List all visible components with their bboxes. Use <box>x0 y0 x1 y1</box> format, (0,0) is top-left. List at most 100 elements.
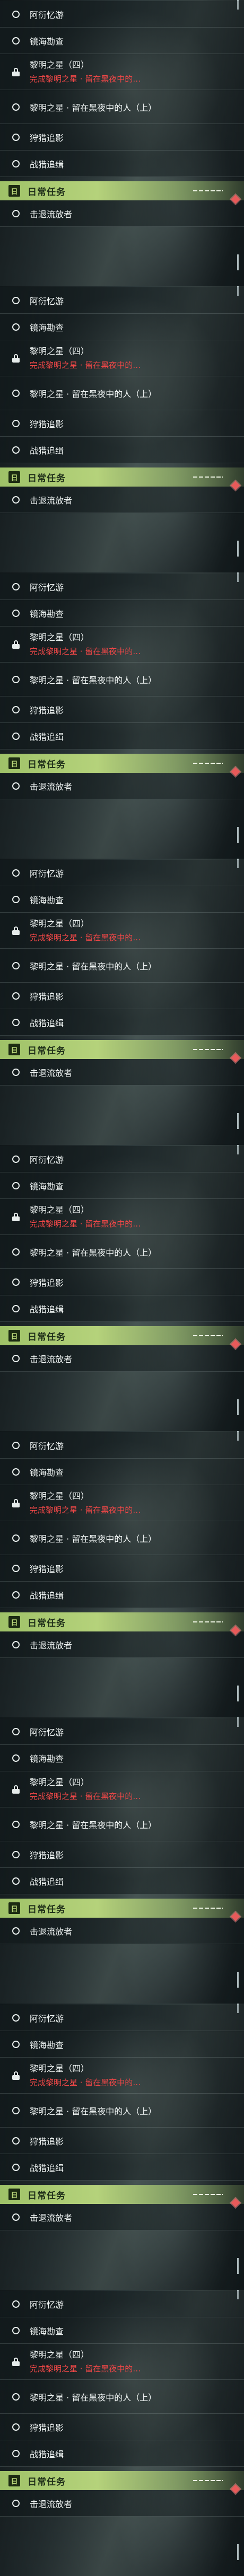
quest-text: 黎明之星（四） 完成黎明之星 · 留在黑夜中的… <box>30 632 141 657</box>
quest-row[interactable]: 黎明之星（四） 完成黎明之星 · 留在黑夜中的… <box>0 913 244 949</box>
quest-row[interactable]: 黎明之星 · 留在黑夜中的人（上） <box>0 1235 244 1269</box>
quest-row[interactable]: 黎明之星 · 留在黑夜中的人（上） <box>0 663 244 696</box>
circle-icon <box>12 1754 20 1762</box>
quest-row[interactable]: 阿衍忆游 <box>0 1146 244 1172</box>
quest-text: 黎明之星 · 留在黑夜中的人（上） <box>30 2104 156 2117</box>
quest-row[interactable]: 阿衍忆游 <box>0 860 244 886</box>
daily-missions-header[interactable]: 日日常任务 <box>0 181 244 200</box>
quest-row[interactable]: 战猎追缉 <box>0 1582 244 1608</box>
quest-row[interactable]: 黎明之星（四） 完成黎明之星 · 留在黑夜中的… <box>0 2058 244 2094</box>
quest-row[interactable]: 黎明之星 · 留在黑夜中的人（上） <box>0 1521 244 1555</box>
quest-row[interactable]: 击退流放者 <box>0 487 244 513</box>
header-dashes <box>193 1621 223 1622</box>
quest-row[interactable]: 击退流放者 <box>0 2204 244 2230</box>
quest-text: 击退流放者 <box>30 780 72 792</box>
quest-row[interactable]: 黎明之星 · 留在黑夜中的人（上） <box>0 1807 244 1841</box>
daily-missions-list: 击退流放者 <box>0 1053 244 1086</box>
quest-row[interactable]: 击退流放者 <box>0 1918 244 1944</box>
quest-row[interactable]: 黎明之星（四） 完成黎明之星 · 留在黑夜中的… <box>0 2344 244 2380</box>
quest-row[interactable]: 黎明之星（四） 完成黎明之星 · 留在黑夜中的… <box>0 1199 244 1235</box>
circle-icon <box>12 389 20 397</box>
quest-label: 阿衍忆游 <box>30 10 64 20</box>
quest-row[interactable]: 狩猎追影 <box>0 1269 244 1295</box>
circle-icon <box>12 1564 20 1572</box>
quest-label: 黎明之星 · 留在黑夜中的人（上） <box>30 1820 157 1830</box>
daily-missions-header[interactable]: 日日常任务 <box>0 1899 244 1918</box>
quest-row[interactable]: 击退流放者 <box>0 1631 244 1658</box>
quest-row[interactable]: 阿衍忆游 <box>0 574 244 600</box>
quest-row[interactable]: 黎明之星（四） 完成黎明之星 · 留在黑夜中的… <box>0 54 244 90</box>
quest-row[interactable]: 黎明之星 · 留在黑夜中的人（上） <box>0 949 244 983</box>
daily-missions-header[interactable]: 日日常任务 <box>0 1040 244 1059</box>
quest-row[interactable]: 击退流放者 <box>0 1345 244 1372</box>
quest-row[interactable]: 狩猎追影 <box>0 124 244 151</box>
quest-row[interactable]: 阿衍忆游 <box>0 1718 244 1745</box>
quest-text: 黎明之星 · 留在黑夜中的人（上） <box>30 387 156 400</box>
circle-icon <box>12 1155 20 1163</box>
section-title: 日常任务 <box>28 2476 66 2487</box>
quest-row[interactable]: 黎明之星（四） 完成黎明之星 · 留在黑夜中的… <box>0 340 244 376</box>
quest-row[interactable]: 阿衍忆游 <box>0 1 244 28</box>
quest-row[interactable]: 战猎追缉 <box>0 723 244 749</box>
quest-row[interactable]: 黎明之星 · 留在黑夜中的人（上） <box>0 90 244 124</box>
circle-icon <box>12 1927 20 1935</box>
quest-row[interactable]: 黎明之星（四） 完成黎明之星 · 留在黑夜中的… <box>0 1771 244 1807</box>
quest-row[interactable]: 狩猎追影 <box>0 2128 244 2154</box>
section-title: 日常任务 <box>28 759 66 770</box>
quest-row[interactable]: 镜海勘查 <box>0 314 244 340</box>
daily-missions-header[interactable]: 日日常任务 <box>0 467 244 487</box>
quest-row[interactable]: 镜海勘查 <box>0 1459 244 1485</box>
quest-row[interactable]: 战猎追缉 <box>0 437 244 463</box>
quest-row[interactable]: 镜海勘查 <box>0 2317 244 2344</box>
quest-text: 镜海勘查 <box>30 1179 64 1192</box>
quest-row[interactable]: 黎明之星（四） 完成黎明之星 · 留在黑夜中的… <box>0 627 244 663</box>
quest-row[interactable]: 黎明之星 · 留在黑夜中的人（上） <box>0 2094 244 2128</box>
quest-row[interactable]: 击退流放者 <box>0 2490 244 2517</box>
quest-row[interactable]: 狩猎追影 <box>0 2414 244 2440</box>
quest-row[interactable]: 镜海勘查 <box>0 2031 244 2058</box>
quest-text: 黎明之星（四） 完成黎明之星 · 留在黑夜中的… <box>30 1777 141 1802</box>
circle-icon <box>12 1181 20 1189</box>
quest-row[interactable]: 镜海勘查 <box>0 28 244 54</box>
quest-label: 击退流放者 <box>30 1354 73 1364</box>
quest-text: 狩猎追影 <box>30 417 64 430</box>
quest-row[interactable]: 狩猎追影 <box>0 1841 244 1868</box>
quest-row[interactable]: 黎明之星（四） 完成黎明之星 · 留在黑夜中的… <box>0 1485 244 1521</box>
quest-row[interactable]: 镜海勘查 <box>0 600 244 627</box>
quest-row[interactable]: 狩猎追影 <box>0 1555 244 1582</box>
quest-label: 镜海勘查 <box>30 1753 64 1764</box>
quest-row[interactable]: 阿衍忆游 <box>0 287 244 314</box>
quest-row[interactable]: 黎明之星 · 留在黑夜中的人（上） <box>0 376 244 410</box>
circle-icon <box>12 1534 20 1542</box>
quest-row[interactable]: 阿衍忆游 <box>0 2005 244 2031</box>
daily-missions-header[interactable]: 日日常任务 <box>0 2185 244 2204</box>
daily-missions-header[interactable]: 日日常任务 <box>0 1612 244 1631</box>
quest-row[interactable]: 击退流放者 <box>0 1059 244 1086</box>
quest-row[interactable]: 击退流放者 <box>0 200 244 227</box>
quest-row[interactable]: 战猎追缉 <box>0 1868 244 1894</box>
quest-row[interactable]: 狩猎追影 <box>0 410 244 437</box>
quest-row[interactable]: 阿衍忆游 <box>0 2291 244 2317</box>
quest-row[interactable]: 击退流放者 <box>0 773 244 799</box>
daily-missions-header[interactable]: 日日常任务 <box>0 1326 244 1345</box>
quest-row[interactable]: 狩猎追影 <box>0 983 244 1009</box>
circle-icon <box>12 675 20 683</box>
quest-row[interactable]: 阿衍忆游 <box>0 1432 244 1459</box>
quest-label: 击退流放者 <box>30 209 73 219</box>
daily-missions-header[interactable]: 日日常任务 <box>0 754 244 773</box>
quest-row[interactable]: 战猎追缉 <box>0 1009 244 1036</box>
quest-row[interactable]: 战猎追缉 <box>0 2440 244 2467</box>
quest-row[interactable]: 黎明之星 · 留在黑夜中的人（上） <box>0 2380 244 2414</box>
scroll-tick <box>237 254 239 270</box>
quest-row[interactable]: 镜海勘查 <box>0 1172 244 1199</box>
quest-text: 阿衍忆游 <box>30 580 64 593</box>
quest-row[interactable]: 狩猎追影 <box>0 696 244 723</box>
quest-row[interactable]: 战猎追缉 <box>0 1295 244 1322</box>
quest-row[interactable]: 战猎追缉 <box>0 151 244 177</box>
quest-row[interactable]: 战猎追缉 <box>0 2154 244 2181</box>
quest-row[interactable]: 镜海勘查 <box>0 886 244 913</box>
quest-label: 镜海勘查 <box>30 895 64 905</box>
daily-missions-header[interactable]: 日日常任务 <box>0 2471 244 2490</box>
quest-row[interactable]: 镜海勘查 <box>0 1745 244 1771</box>
quest-label: 阿衍忆游 <box>30 1154 64 1165</box>
